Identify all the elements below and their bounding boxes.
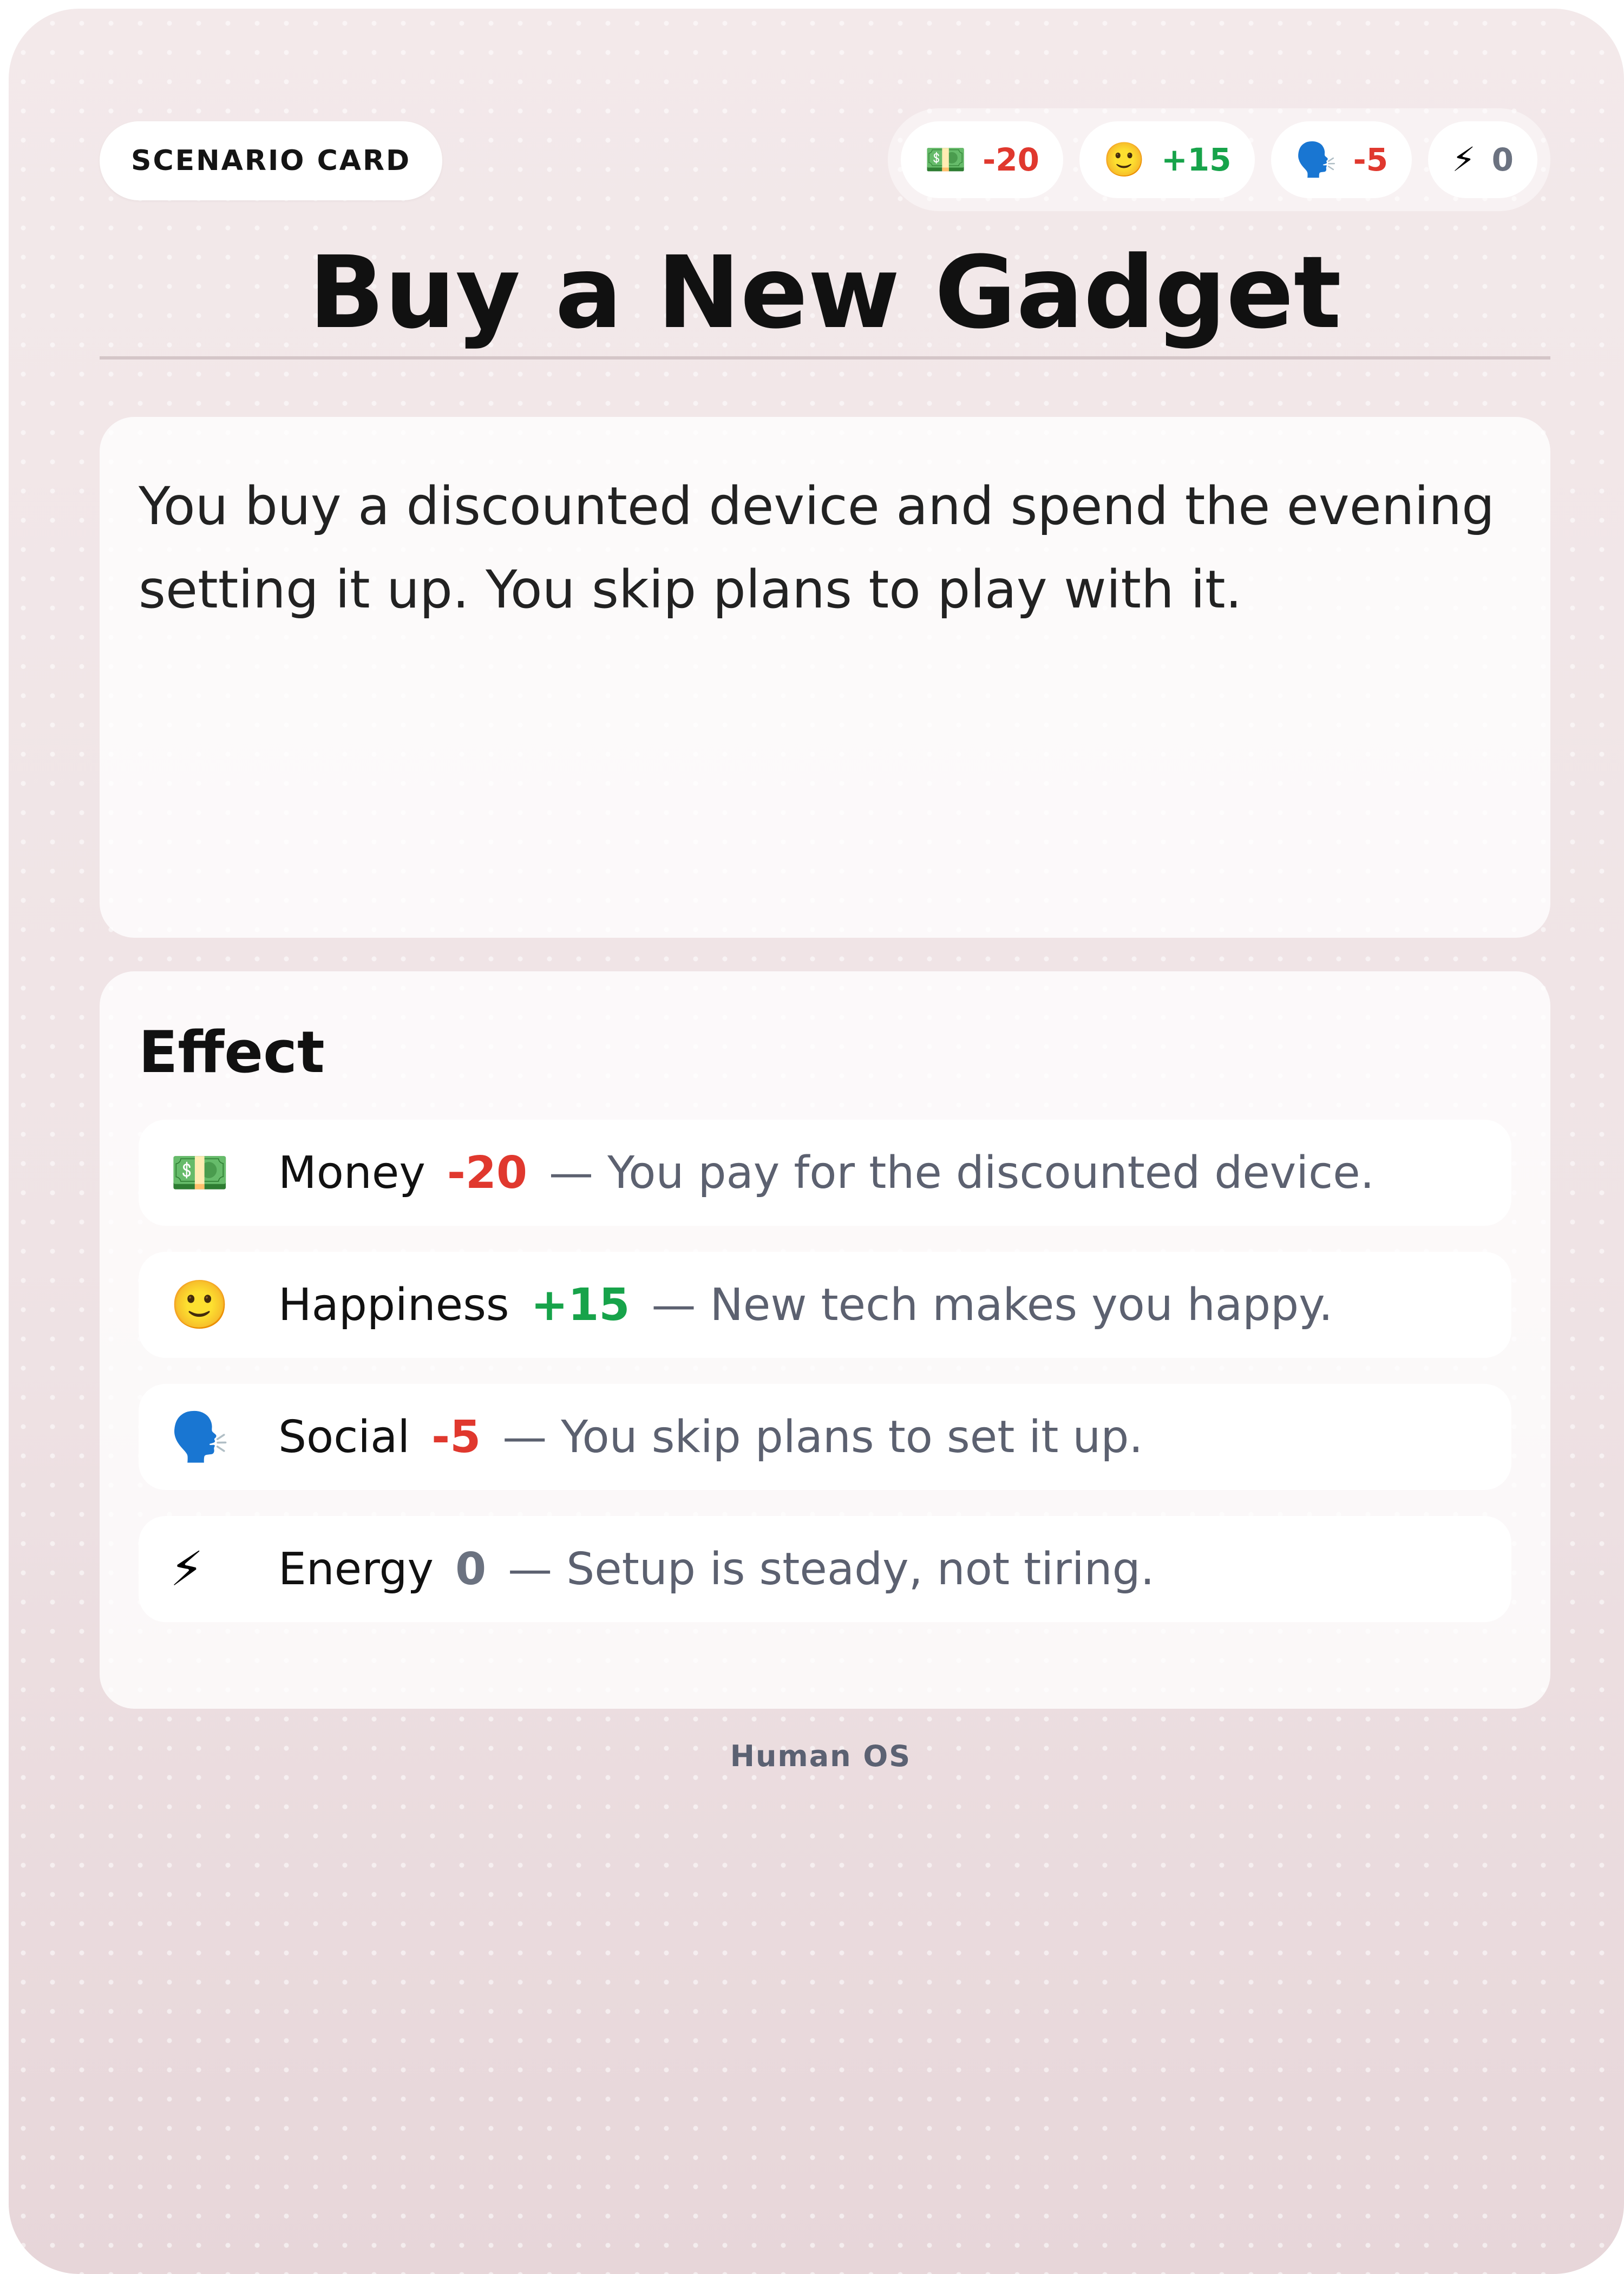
lightning-icon: ⚡ [1452, 140, 1476, 179]
effect-label: Money [278, 1147, 425, 1199]
scenario-card-badge: SCENARIO CARD [100, 121, 443, 200]
stat-chip-money: 💵 -20 [900, 121, 1063, 198]
effect-description: — You pay for the discounted device. [549, 1147, 1374, 1199]
card-title: Buy a New Gadget [309, 235, 1341, 351]
stat-chip-social: 🗣️ -5 [1271, 121, 1412, 198]
money-icon: 💵 [170, 1145, 230, 1200]
happy-face-icon: 🙂 [170, 1277, 230, 1332]
scenario-card: SCENARIO CARD 💵 -20 🙂 +15 🗣️ -5 ⚡ 0 Buy … [9, 9, 1624, 2274]
speaking-head-icon: 🗣️ [170, 1409, 230, 1465]
stat-value-money: -20 [983, 141, 1039, 178]
title-divider [100, 356, 1550, 360]
effect-panel: Effect 💵 Money -20 — You pay for the dis… [100, 971, 1550, 1709]
effect-label: Happiness [278, 1279, 509, 1331]
stat-summary: 💵 -20 🙂 +15 🗣️ -5 ⚡ 0 [887, 108, 1550, 211]
money-icon: 💵 [924, 140, 967, 179]
stat-value-happiness: +15 [1161, 141, 1232, 178]
stat-value-social: -5 [1353, 141, 1389, 178]
effect-description: — You skip plans to set it up. [502, 1411, 1143, 1463]
stat-chip-happiness: 🙂 +15 [1079, 121, 1255, 198]
effect-value: -20 [447, 1147, 528, 1199]
scenario-description: You buy a discounted device and spend th… [139, 476, 1495, 620]
effect-label: Energy [278, 1543, 434, 1595]
stat-chip-energy: ⚡ 0 [1428, 121, 1537, 198]
effect-row-happiness: 🙂 Happiness +15 — New tech makes you hap… [139, 1252, 1511, 1358]
effect-value: -5 [431, 1411, 481, 1463]
description-panel: You buy a discounted device and spend th… [100, 417, 1550, 938]
footer-brand: Human OS [730, 1739, 912, 1773]
effect-row-energy: ⚡ Energy 0 — Setup is steady, not tiring… [139, 1516, 1511, 1622]
effect-description: — Setup is steady, not tiring. [508, 1543, 1155, 1595]
lightning-icon: ⚡ [170, 1541, 204, 1597]
stat-value-energy: 0 [1491, 141, 1514, 178]
effect-row-money: 💵 Money -20 — You pay for the discounted… [139, 1120, 1511, 1226]
effect-label: Social [278, 1411, 410, 1463]
effect-row-social: 🗣️ Social -5 — You skip plans to set it … [139, 1384, 1511, 1490]
effect-list: 💵 Money -20 — You pay for the discounted… [139, 1120, 1511, 1622]
effect-value: 0 [455, 1543, 487, 1595]
card-header: SCENARIO CARD 💵 -20 🙂 +15 🗣️ -5 ⚡ 0 [100, 108, 1550, 211]
speaking-head-icon: 🗣️ [1295, 140, 1337, 179]
effect-value: +15 [531, 1279, 630, 1331]
effect-description: — New tech makes you happy. [651, 1279, 1333, 1331]
happy-face-icon: 🙂 [1103, 140, 1145, 179]
effect-heading: Effect [139, 1019, 325, 1086]
